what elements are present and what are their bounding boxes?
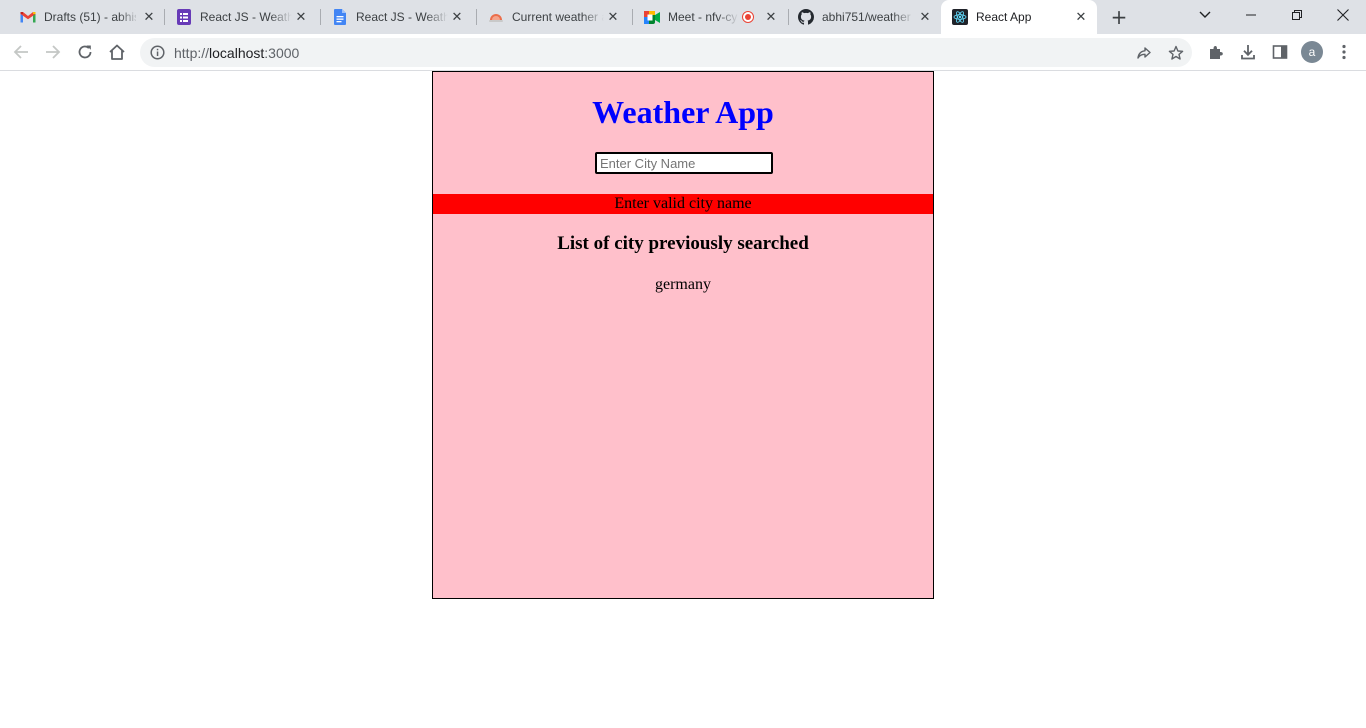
tab-strip: Drafts (51) - abhis ✕ React JS - Weathe … (0, 0, 1366, 34)
close-icon[interactable]: ✕ (141, 9, 157, 25)
error-message: Enter valid city name (433, 194, 933, 214)
tab-react-app[interactable]: React App ✕ (941, 0, 1097, 34)
kebab-menu-icon (1342, 44, 1346, 60)
download-icon (1241, 45, 1255, 60)
city-search-input[interactable] (595, 152, 773, 174)
close-icon[interactable]: ✕ (917, 9, 933, 25)
arrow-right-icon (46, 45, 61, 59)
tab-react-weather-docs[interactable]: React JS - Weathe ✕ (321, 0, 477, 34)
home-button[interactable] (107, 42, 127, 62)
minimize-icon (1246, 14, 1256, 16)
arrow-left-icon (13, 45, 28, 59)
close-icon[interactable]: ✕ (449, 9, 465, 25)
home-icon (109, 44, 125, 60)
reload-button[interactable] (75, 42, 95, 62)
meet-icon (644, 9, 660, 25)
tab-github[interactable]: abhi751/weather ✕ (789, 0, 941, 34)
bookmark-button[interactable] (1166, 43, 1186, 63)
star-icon (1168, 45, 1184, 60)
extensions-button[interactable] (1206, 42, 1226, 62)
tab-current-weather[interactable]: Current weather a ✕ (477, 0, 633, 34)
forward-button[interactable] (43, 42, 63, 62)
history-item[interactable]: germany (433, 275, 933, 295)
url-host: localhost (209, 45, 265, 61)
share-icon (1137, 47, 1151, 59)
reload-icon (78, 45, 92, 59)
side-panel-button[interactable] (1270, 42, 1290, 62)
address-bar[interactable]: http://localhost:3000 (140, 38, 1192, 67)
openweather-icon (488, 9, 504, 25)
tab-title: React App (976, 10, 1032, 24)
close-window-button[interactable] (1320, 0, 1366, 30)
puzzle-icon (1210, 46, 1223, 59)
docs-icon (332, 9, 348, 25)
share-button[interactable] (1134, 43, 1154, 63)
url-text: http://localhost:3000 (174, 45, 299, 61)
downloads-button[interactable] (1238, 42, 1258, 62)
restore-button[interactable] (1274, 0, 1320, 30)
close-icon[interactable]: ✕ (1073, 9, 1089, 25)
tab-gmail[interactable]: Drafts (51) - abhis ✕ (0, 0, 165, 34)
forms-icon (176, 9, 192, 25)
menu-button[interactable] (1334, 42, 1354, 62)
profile-avatar[interactable]: a (1301, 41, 1323, 63)
github-icon (798, 9, 814, 25)
url-scheme: http:// (174, 45, 210, 61)
close-icon[interactable]: ✕ (763, 9, 779, 25)
side-panel-icon (1272, 45, 1288, 59)
close-icon[interactable]: ✕ (293, 9, 309, 25)
weather-app-container: Weather App Enter valid city name List o… (432, 71, 934, 599)
browser-toolbar: http://localhost:3000 a (0, 34, 1366, 71)
app-title: Weather App (592, 94, 774, 130)
restore-icon (1292, 10, 1302, 20)
minimize-button[interactable] (1228, 0, 1274, 30)
recording-icon (742, 11, 754, 23)
info-icon[interactable] (150, 45, 165, 60)
tab-react-weather-forms[interactable]: React JS - Weathe ✕ (165, 0, 321, 34)
back-button[interactable] (11, 42, 31, 62)
tab-search-button[interactable] (1182, 0, 1228, 30)
new-tab-button[interactable]: + (1108, 7, 1130, 27)
gmail-icon (20, 9, 36, 25)
react-icon (952, 9, 968, 25)
chevron-down-icon (1199, 11, 1211, 18)
search-history-list: germany (433, 275, 933, 295)
close-icon (1337, 9, 1349, 21)
close-icon[interactable]: ✕ (605, 9, 621, 25)
url-port: :3000 (264, 45, 300, 61)
history-heading: List of city previously searched (557, 233, 809, 254)
tab-meet[interactable]: Meet - nfv-cy ✕ (633, 0, 789, 34)
